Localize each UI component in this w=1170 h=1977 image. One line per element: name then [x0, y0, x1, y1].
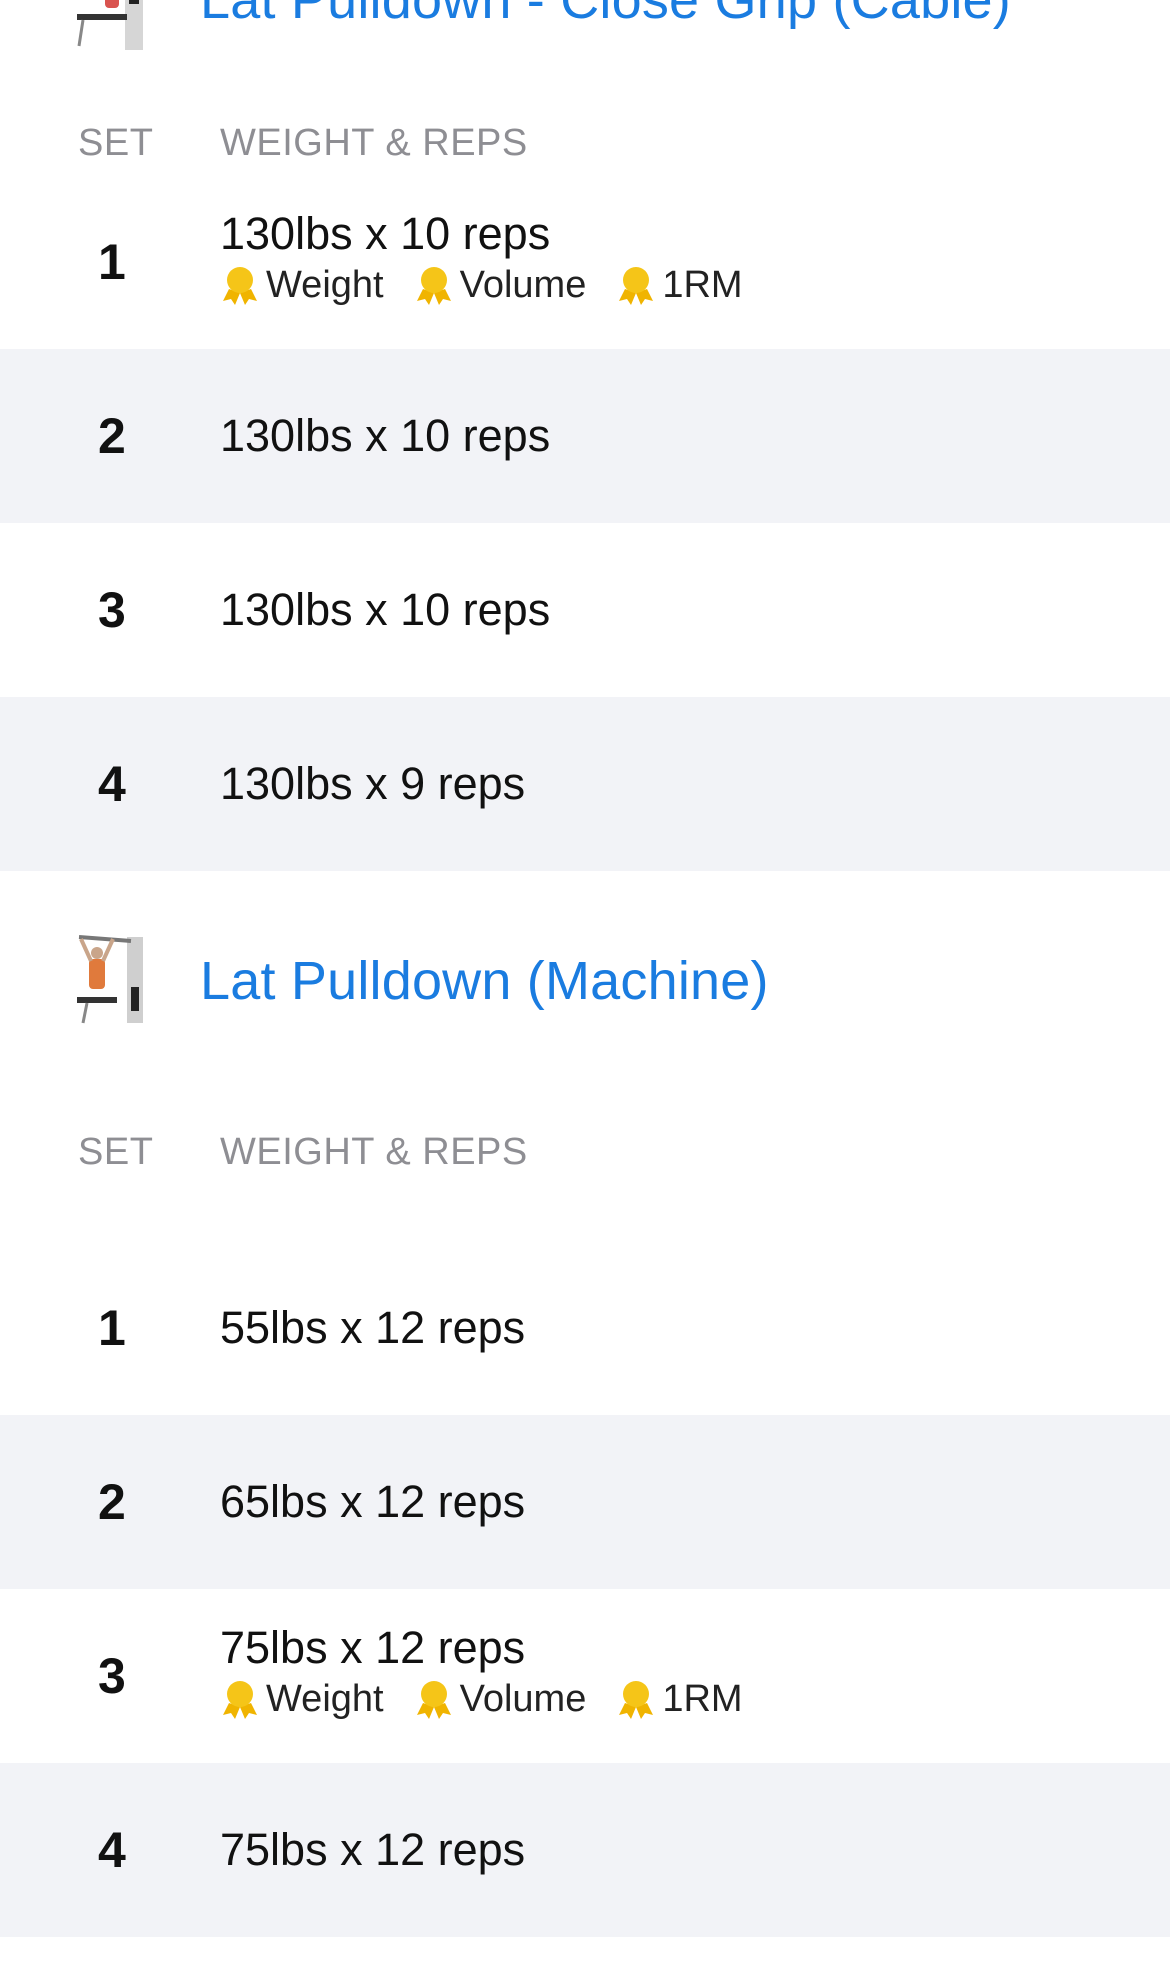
medal-icon [416, 267, 451, 305]
weight-reps: 130lbs x 9 reps [220, 758, 526, 809]
set-number: 3 [98, 1648, 126, 1704]
pr-badges: Weight Volume 1RM [220, 1674, 773, 1724]
set-row: 1 130lbs x 10 reps Weight Volume 1RM [0, 175, 1170, 349]
pr-badge: 1RM [616, 263, 743, 307]
set-row: 1 55lbs x 12 reps [0, 1241, 1170, 1415]
exercise-section: Lat Pulldown - Close Grip (Cable) SET WE… [0, 0, 1170, 871]
pr-badge-label: Volume [459, 263, 587, 306]
medal-icon [619, 267, 654, 305]
pr-badge-label: 1RM [662, 1677, 743, 1720]
medal-icon [223, 267, 257, 305]
set-number: 2 [98, 1474, 126, 1530]
weight-reps: 55lbs x 12 reps [220, 1302, 526, 1353]
pr-badge: Weight [220, 1678, 384, 1721]
pr-badge-label: Volume [459, 1677, 587, 1720]
set-column-label: SET [78, 1131, 154, 1173]
set-row: 3 75lbs x 12 reps Weight Volume 1RM [0, 1589, 1170, 1763]
set-row: 3 130lbs x 10 reps [0, 523, 1170, 697]
weight-reps: 130lbs x 10 reps [220, 410, 551, 461]
set-number: 1 [98, 234, 126, 290]
column-header: SET WEIGHT & REPS [0, 1091, 1170, 1241]
exercise-header[interactable]: Lat Pulldown (Machine) [0, 871, 1170, 1091]
medal-icon [416, 1681, 451, 1719]
set-number: 1 [98, 1300, 126, 1356]
pr-badge-label: 1RM [662, 263, 743, 306]
pr-badge: 1RM [616, 1677, 743, 1721]
pr-badge: Volume [414, 263, 587, 307]
pr-badge: Weight [220, 264, 384, 307]
lat-pulldown-machine-icon [67, 927, 155, 1024]
set-row: 2 65lbs x 12 reps [0, 1415, 1170, 1589]
set-number: 4 [98, 1822, 126, 1878]
set-number: 4 [98, 756, 126, 812]
medal-icon [619, 1681, 654, 1719]
exercise-title[interactable]: Lat Pulldown (Machine) [200, 871, 769, 1091]
column-header: SET WEIGHT & REPS [0, 67, 1170, 175]
exercise-section: Lat Pulldown (Machine) SET WEIGHT & REPS… [0, 871, 1170, 1937]
set-number: 3 [98, 582, 126, 638]
set-number: 2 [98, 408, 126, 464]
set-row: 4 130lbs x 9 reps [0, 697, 1170, 871]
pr-badge-label: Weight [266, 1677, 384, 1720]
set-row: 2 130lbs x 10 reps [0, 349, 1170, 523]
weight-reps-column-label: WEIGHT & REPS [220, 1131, 528, 1173]
weight-reps: 130lbs x 10 reps [220, 584, 551, 635]
pr-badge-label: Weight [266, 263, 384, 306]
medal-icon [223, 1681, 257, 1719]
weight-reps: 75lbs x 12 reps [220, 1824, 526, 1875]
set-column-label: SET [78, 122, 154, 164]
set-row: 4 75lbs x 12 reps [0, 1763, 1170, 1937]
exercise-title[interactable]: Lat Pulldown - Close Grip (Cable) [200, 0, 1011, 67]
pr-badges: Weight Volume 1RM [220, 260, 773, 310]
lat-pulldown-cable-icon [67, 0, 155, 50]
exercise-header[interactable]: Lat Pulldown - Close Grip (Cable) [0, 0, 1170, 67]
pr-badge: Volume [414, 1677, 587, 1721]
